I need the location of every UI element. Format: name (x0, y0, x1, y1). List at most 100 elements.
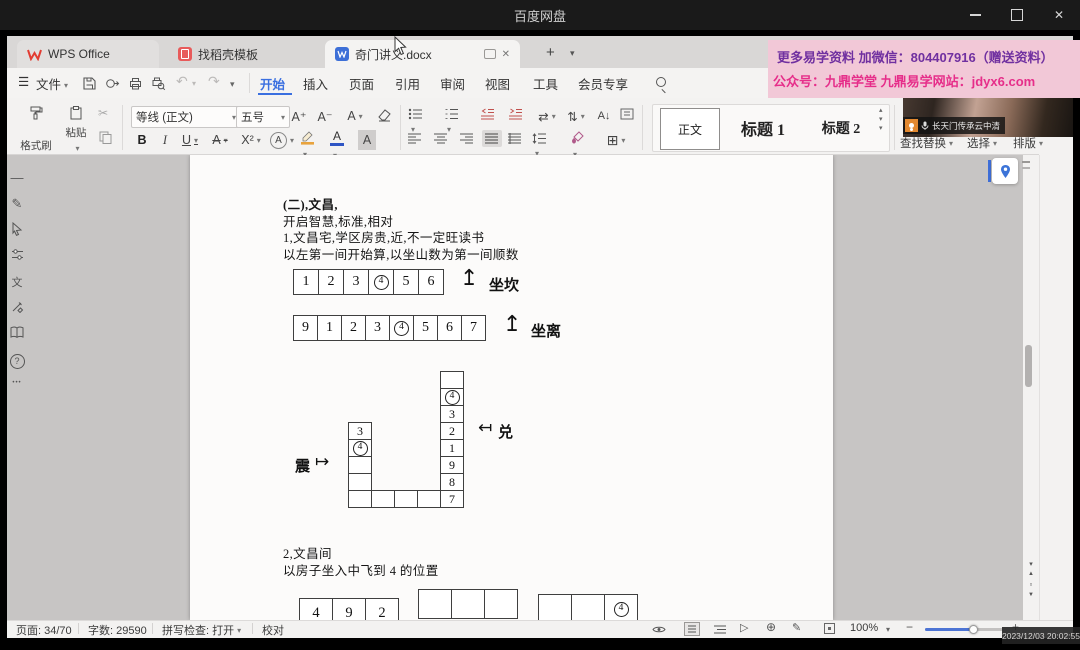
font-size-select[interactable]: 五号▾ (236, 106, 290, 128)
page-down-icon[interactable]: ▼ (1028, 592, 1034, 598)
increase-indent-button[interactable] (508, 108, 523, 120)
doc-repair-icon[interactable] (0, 300, 34, 313)
tab-list-chevron-icon[interactable]: ▾ (570, 48, 575, 59)
zoom-out-button[interactable]: − (906, 620, 913, 634)
edit-pen-icon[interactable]: ✎ (0, 196, 34, 212)
show-marks-button[interactable] (620, 108, 634, 120)
vertical-scrollbar-thumb[interactable] (1025, 345, 1032, 387)
shrink-font-button[interactable]: A⁻ (314, 106, 336, 126)
bold-button[interactable]: B (132, 130, 152, 150)
menu-tab-references[interactable]: 引用 (395, 74, 420, 93)
align-center-button[interactable] (434, 133, 448, 144)
cut-button[interactable]: ✂ (98, 106, 108, 120)
tab-active-document[interactable]: 奇门讲义.docx ✕ (325, 40, 520, 68)
edit-mode-button[interactable]: ✎ (792, 621, 801, 634)
menu-tab-home[interactable]: 开始 (260, 74, 285, 93)
file-menu[interactable]: 文件 (36, 74, 68, 93)
quickbar-chevron-icon[interactable]: ▾ (230, 79, 235, 90)
menu-tab-review[interactable]: 审阅 (440, 74, 465, 93)
translate-icon[interactable]: 文 (0, 274, 34, 290)
mini-icon[interactable] (1022, 167, 1030, 169)
promo-banner: 更多易学资料 加微信：804407916（赠送资料） 公众号：九鼎学堂 九鼎易学… (768, 40, 1080, 98)
sort-button[interactable]: A↓ (592, 106, 616, 126)
float-window-icon[interactable] (484, 49, 496, 59)
tab-close-icon[interactable]: ✕ (502, 49, 510, 60)
paste-button[interactable]: 粘贴 (58, 102, 94, 156)
grow-font-button[interactable]: A⁺ (288, 106, 310, 126)
typeset-button[interactable]: 排版 (1013, 135, 1043, 151)
align-left-button[interactable] (408, 133, 422, 144)
outline-view-button[interactable] (714, 625, 727, 634)
justify-button[interactable] (482, 130, 502, 147)
distribute-button[interactable] (508, 133, 522, 144)
location-pin-button[interactable] (992, 158, 1018, 184)
cell: 2 (341, 315, 366, 341)
export-button[interactable] (105, 76, 120, 91)
menu-tab-tools[interactable]: 工具 (533, 74, 558, 93)
save-button[interactable] (82, 76, 97, 91)
minimize-button[interactable] (954, 0, 996, 30)
reading-book-icon[interactable] (0, 326, 34, 338)
li-label: 坐离 (531, 320, 561, 341)
text-direction-button[interactable]: ⇅ (564, 106, 588, 126)
decrease-indent-button[interactable] (480, 108, 495, 120)
menu-tab-member[interactable]: 会员专享 (578, 74, 628, 93)
style-heading2[interactable]: 标题 2 (808, 108, 874, 148)
superscript-button[interactable]: X² (237, 130, 265, 150)
print-button[interactable] (128, 76, 143, 91)
char-scale-button[interactable]: ⇄ (534, 106, 560, 126)
style-normal[interactable]: 正文 (660, 108, 720, 150)
strikethrough-button[interactable]: A (207, 130, 233, 150)
web-view-button[interactable]: ⊕ (766, 620, 776, 634)
new-tab-button[interactable]: + (546, 44, 555, 61)
more-icon[interactable]: ••• (0, 380, 34, 386)
char-shading-button[interactable]: A (358, 130, 376, 150)
spellcheck-status[interactable]: 拼写检查: 打开 (162, 622, 241, 638)
prev-page-icon[interactable]: ▾ (1029, 560, 1033, 568)
zoom-slider-knob[interactable] (969, 625, 978, 634)
borders-button[interactable]: ⊞ (604, 130, 628, 150)
align-right-button[interactable] (460, 133, 474, 144)
maximize-button[interactable] (996, 0, 1038, 30)
undo-button[interactable]: ↶ (176, 73, 188, 90)
proofread-button[interactable]: 校对 (262, 622, 284, 638)
select-browse-object-icon[interactable]: ▫ (1030, 580, 1033, 589)
font-name-select[interactable]: 等线 (正文)▾ (131, 106, 241, 128)
collapse-icon[interactable]: — (0, 170, 34, 185)
underline-button[interactable]: U (177, 130, 203, 150)
zoom-chevron-icon[interactable]: ▾ (886, 625, 890, 634)
print-preview-button[interactable] (151, 76, 166, 91)
settings-sliders-icon[interactable] (0, 248, 34, 261)
select-button[interactable]: 选择 (967, 135, 997, 151)
undo-chevron-icon[interactable]: ▾ (192, 79, 196, 88)
tab-docer-templates[interactable]: 找稻壳模板 (168, 40, 313, 68)
format-painter-button[interactable]: 格式刷 (18, 102, 54, 156)
italic-button[interactable]: I (156, 130, 174, 150)
redo-button[interactable]: ↷ (208, 73, 220, 90)
close-button[interactable]: ✕ (1038, 0, 1080, 30)
style-gallery-scroll[interactable]: ▴▾▾ (879, 107, 883, 132)
text-effects-button[interactable]: A (269, 130, 295, 150)
help-icon[interactable]: ? (0, 352, 34, 369)
menu-tab-insert[interactable]: 插入 (303, 74, 328, 93)
zoom-level[interactable]: 100% (850, 622, 878, 634)
menu-tab-page[interactable]: 页面 (349, 74, 374, 93)
word-count[interactable]: 字数: 29590 (88, 622, 147, 638)
eye-preview-button[interactable] (652, 625, 666, 634)
tab-wps-office[interactable]: WPS Office (17, 40, 159, 68)
text-effect-button[interactable]: A (342, 106, 368, 126)
select-cursor-icon[interactable] (0, 222, 34, 236)
page-view-button[interactable] (684, 622, 700, 636)
hamburger-icon[interactable]: ☰ (18, 74, 29, 89)
page-indicator[interactable]: 页面: 34/70 (16, 622, 72, 638)
clear-format-button[interactable] (376, 108, 392, 122)
copy-button[interactable] (98, 130, 112, 144)
find-replace-button[interactable]: 查找替换 (900, 135, 953, 151)
play-view-button[interactable]: ▷ (740, 621, 748, 634)
search-icon[interactable] (656, 77, 666, 88)
mini-icon[interactable] (1022, 161, 1030, 163)
page-up-icon[interactable]: ▲ (1028, 571, 1034, 577)
style-heading1[interactable]: 标题 1 (727, 108, 799, 148)
menu-tab-view[interactable]: 视图 (485, 74, 510, 93)
fullscreen-button[interactable] (824, 623, 835, 634)
